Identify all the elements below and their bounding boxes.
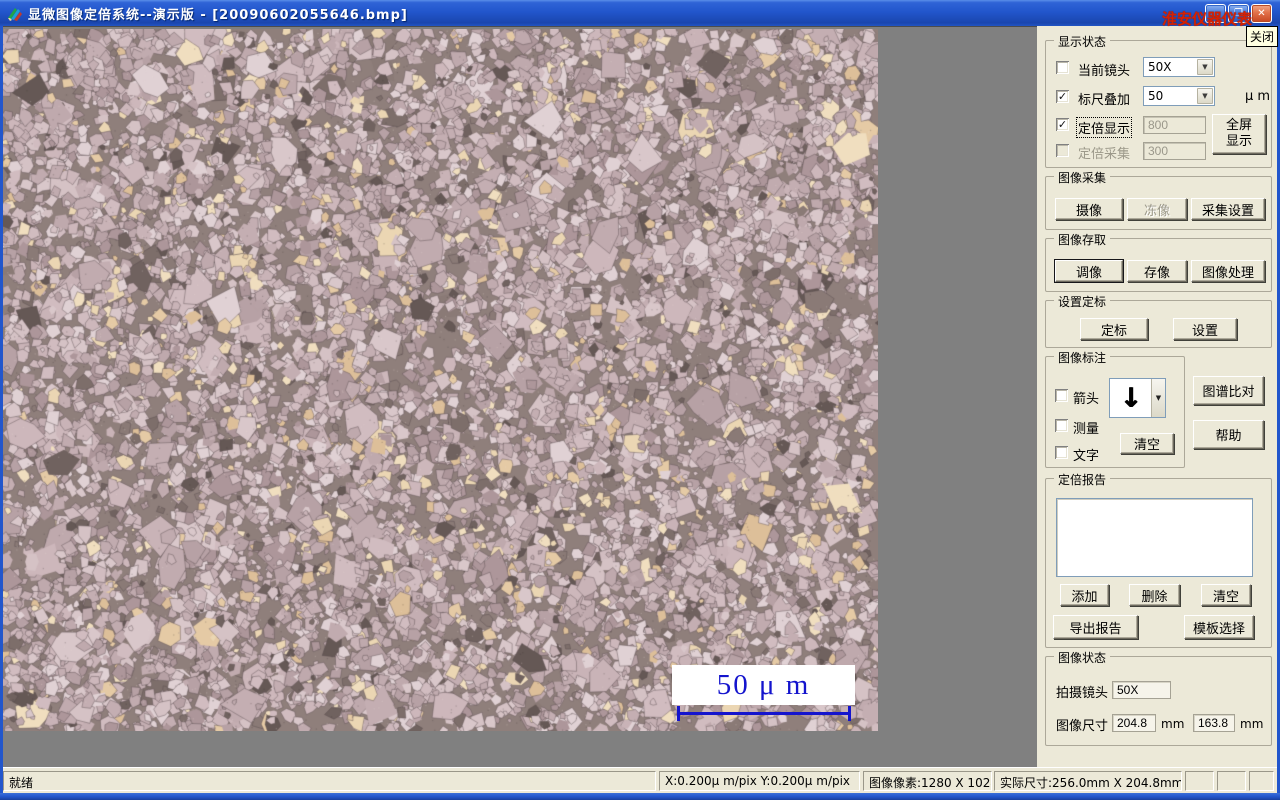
fixed-capture-label: 定倍采集 — [1078, 147, 1131, 162]
shooting-lens-label: 拍摄镜头 — [1056, 686, 1109, 701]
close-tooltip: 关闭 — [1246, 26, 1279, 47]
save-image-button[interactable]: 存像 — [1127, 260, 1187, 282]
scalebar-label: 50 μ m — [672, 665, 855, 705]
arrow-checkbox[interactable] — [1055, 389, 1068, 402]
image-workspace: 50 μ m — [3, 26, 1037, 767]
calibrate-button[interactable]: 定标 — [1080, 318, 1148, 340]
display-status-title: 显示状态 — [1054, 33, 1111, 50]
fixed-capture-checkbox — [1056, 144, 1069, 157]
fixed-display-checkbox[interactable]: ✓ — [1056, 118, 1069, 131]
check-icon: ✓ — [1057, 118, 1068, 131]
status-spare-1 — [1185, 771, 1214, 791]
load-image-button[interactable]: 调像 — [1054, 259, 1124, 283]
report-add-button[interactable]: 添加 — [1060, 584, 1109, 606]
report-list[interactable] — [1056, 498, 1253, 577]
annotation-arrow-icon: ↓ — [1119, 382, 1142, 414]
image-state-title: 图像状态 — [1054, 649, 1111, 666]
fixed-display-label: 定倍显示 — [1076, 117, 1133, 138]
export-report-button[interactable]: 导出报告 — [1053, 615, 1138, 639]
image-storage-group: 图像存取 调像 存像 图像处理 — [1045, 231, 1272, 292]
arrow-style-combo[interactable]: ↓ ▼ — [1109, 378, 1166, 418]
help-button[interactable]: 帮助 — [1193, 420, 1264, 449]
vendor-watermark: 淮安仪器仪表 — [1162, 10, 1253, 28]
fixed-display-value-input — [1143, 116, 1206, 134]
image-height-input[interactable] — [1193, 714, 1235, 732]
report-title: 定倍报告 — [1054, 471, 1111, 488]
height-unit-label: mm — [1240, 717, 1264, 731]
width-unit-label: mm — [1161, 717, 1185, 731]
display-status-group: 显示状态 当前镜头 50X ▼ ✓ 标尺叠加 50 ▼ μ m ✓ 定倍显示 定… — [1045, 33, 1272, 168]
capture-button[interactable]: 摄像 — [1055, 198, 1123, 220]
text-checkbox[interactable] — [1055, 446, 1068, 459]
annotation-title: 图像标注 — [1054, 349, 1111, 366]
check-icon: ✓ — [1057, 90, 1068, 103]
report-group: 定倍报告 添加 删除 清空 导出报告 模板选择 — [1045, 471, 1272, 648]
image-capture-group: 图像采集 摄像 冻像 采集设置 — [1045, 169, 1272, 230]
current-lens-label: 当前镜头 — [1078, 64, 1131, 79]
scalebar-ruler — [677, 706, 851, 721]
chevron-down-icon[interactable]: ▼ — [1151, 379, 1165, 417]
arrow-label: 箭头 — [1073, 392, 1100, 407]
scale-unit-label: μ m — [1245, 89, 1271, 104]
chevron-down-icon[interactable]: ▼ — [1197, 88, 1213, 104]
annotation-group: 图像标注 箭头 测量 文字 ↓ ▼ 清空 — [1045, 349, 1185, 468]
status-bar: 就绪 X:0.200μ m/pix Y:0.200μ m/pix 图像像素:12… — [3, 767, 1277, 793]
chevron-down-icon[interactable]: ▼ — [1197, 59, 1213, 75]
calibration-title: 设置定标 — [1054, 293, 1111, 310]
image-state-group: 图像状态 拍摄镜头 图像尺寸 mm mm — [1045, 649, 1272, 746]
status-image-pixels: 图像像素:1280 X 1024 — [863, 771, 992, 791]
freeze-button: 冻像 — [1127, 198, 1187, 220]
close-button[interactable]: ✕ — [1251, 4, 1272, 23]
shooting-lens-input[interactable] — [1112, 681, 1171, 699]
image-capture-title: 图像采集 — [1054, 169, 1111, 186]
app-brush-icon — [8, 7, 22, 21]
title-bar: 显微图像定倍系统--演示版 - [20090602055646.bmp] _ ❐… — [0, 0, 1280, 26]
report-clear-button[interactable]: 清空 — [1201, 584, 1251, 606]
current-lens-combo[interactable]: 50X ▼ — [1143, 57, 1215, 77]
settings-button[interactable]: 设置 — [1173, 318, 1237, 340]
status-spare-3 — [1249, 771, 1274, 791]
micrograph-canvas — [3, 29, 878, 731]
status-ready: 就绪 — [3, 771, 656, 791]
image-size-label: 图像尺寸 — [1056, 719, 1109, 734]
status-actual-size: 实际尺寸:256.0mm X 204.8mm — [994, 771, 1182, 791]
micrograph-image[interactable]: 50 μ m — [3, 29, 878, 731]
window-title: 显微图像定倍系统--演示版 - [20090602055646.bmp] — [28, 7, 408, 23]
status-spare-2 — [1217, 771, 1246, 791]
fullscreen-button[interactable]: 全屏 显示 — [1212, 114, 1266, 154]
template-select-button[interactable]: 模板选择 — [1184, 615, 1254, 639]
app-window: 显微图像定倍系统--演示版 - [20090602055646.bmp] _ ❐… — [0, 0, 1280, 800]
text-label: 文字 — [1073, 449, 1100, 464]
control-sidebar: 显示状态 当前镜头 50X ▼ ✓ 标尺叠加 50 ▼ μ m ✓ 定倍显示 定… — [1037, 26, 1277, 767]
image-storage-title: 图像存取 — [1054, 231, 1111, 248]
image-width-input[interactable] — [1112, 714, 1156, 732]
scale-overlay-label: 标尺叠加 — [1078, 93, 1131, 108]
fixed-capture-value-input — [1143, 142, 1206, 160]
measure-checkbox[interactable] — [1055, 419, 1068, 432]
atlas-compare-button[interactable]: 图谱比对 — [1193, 376, 1264, 405]
image-processing-button[interactable]: 图像处理 — [1191, 260, 1265, 282]
calibration-group: 设置定标 定标 设置 — [1045, 293, 1272, 348]
scale-value-combo[interactable]: 50 ▼ — [1143, 86, 1215, 106]
current-lens-checkbox[interactable] — [1056, 61, 1069, 74]
window-border-bottom — [0, 793, 1280, 800]
capture-settings-button[interactable]: 采集设置 — [1191, 198, 1265, 220]
report-delete-button[interactable]: 删除 — [1129, 584, 1180, 606]
annotation-clear-button[interactable]: 清空 — [1120, 433, 1174, 454]
status-pixel-scale: X:0.200μ m/pix Y:0.200μ m/pix — [659, 771, 860, 791]
measure-label: 测量 — [1073, 422, 1100, 437]
scale-overlay-checkbox[interactable]: ✓ — [1056, 90, 1069, 103]
